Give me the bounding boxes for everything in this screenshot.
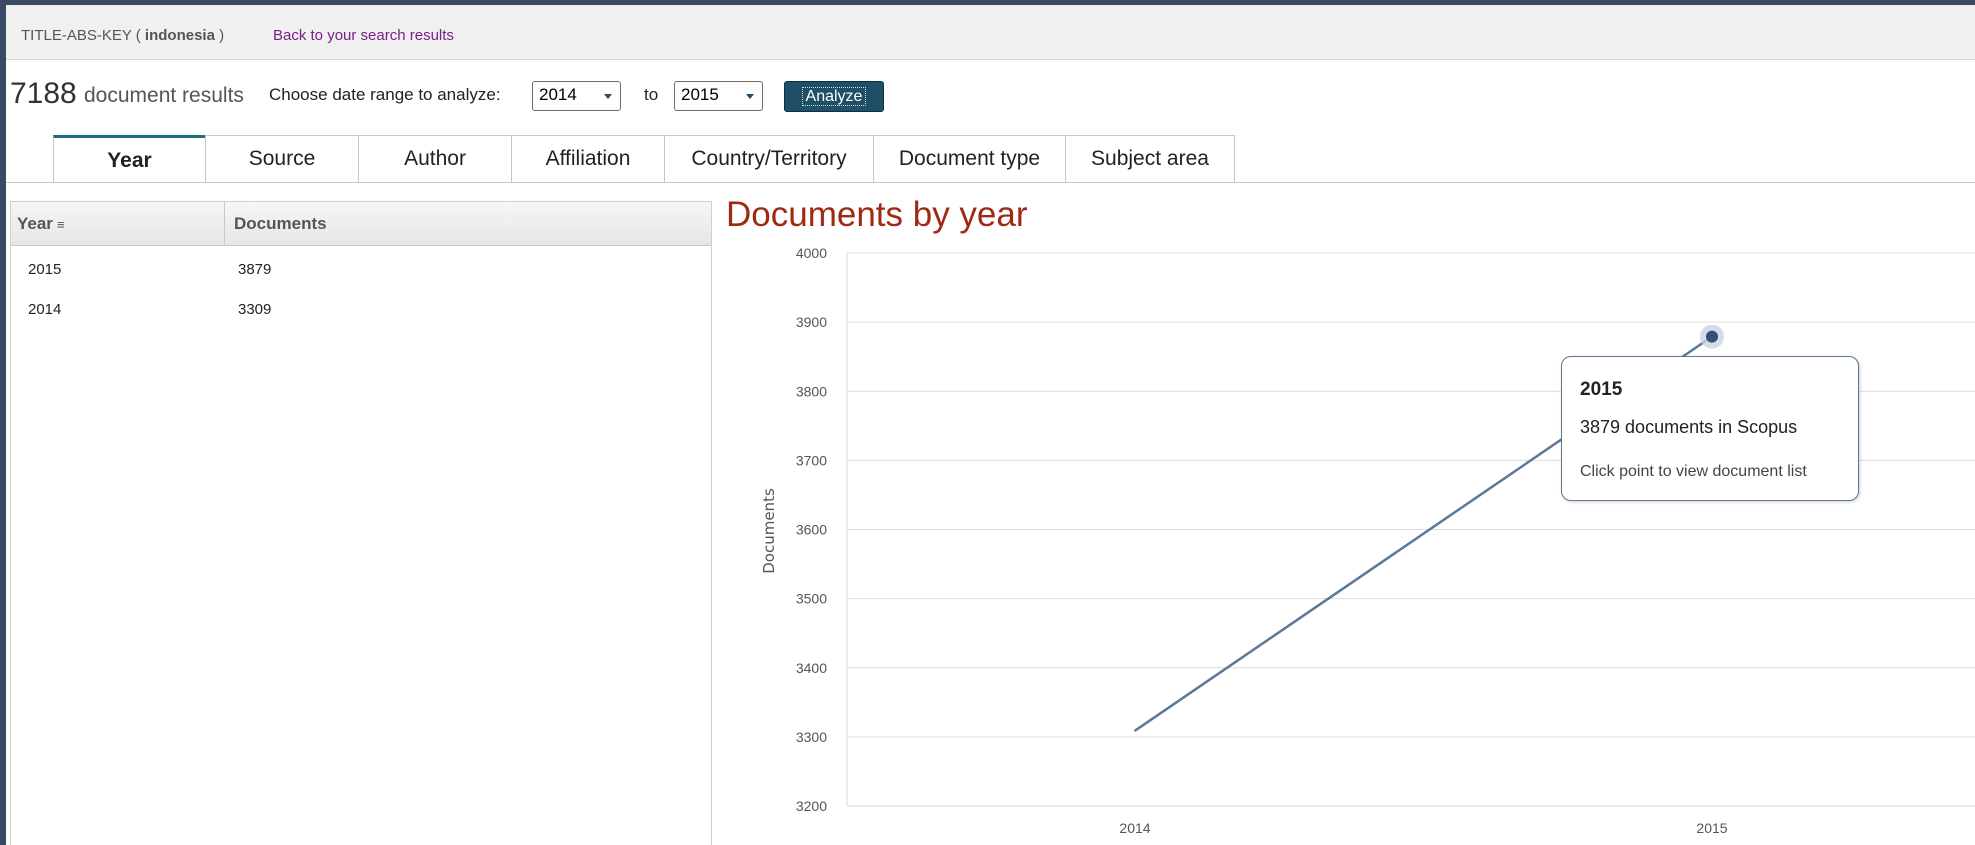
tab-author[interactable]: Author [358,135,512,182]
tab-year[interactable]: Year [53,135,206,183]
y-tick-label: 3800 [796,383,827,399]
chart-tooltip: 2015 3879 documents in Scopus Click poin… [1561,356,1859,501]
sort-icon[interactable]: ≡ [57,217,65,232]
tabs-divider [6,182,1975,183]
search-query: TITLE-ABS-KEY ( indonesia ) [21,27,225,44]
tab-country-territory[interactable]: Country/Territory [664,135,874,182]
y-tick-label: 3200 [796,798,827,814]
row-year: 2014 [28,301,62,318]
x-tick-label: 2015 [1696,820,1727,836]
data-point[interactable] [1134,729,1136,732]
query-bar: TITLE-ABS-KEY ( indonesia ) Back to your… [6,5,1975,60]
start-year-select[interactable]: 2014 [532,81,621,111]
y-tick-label: 3900 [796,314,827,330]
table-row[interactable]: 2015 3879 [11,250,711,288]
end-year-value: 2015 [681,85,719,104]
table-row[interactable]: 2014 3309 [11,290,711,328]
row-documents: 3879 [238,261,272,278]
chevron-down-icon [746,94,754,99]
back-to-results-link[interactable]: Back to your search results [273,27,454,44]
end-year-select[interactable]: 2015 [674,81,763,111]
tooltip-year: 2015 [1580,379,1623,400]
row-documents: 3309 [238,301,272,318]
tab-affiliation[interactable]: Affiliation [511,135,665,182]
result-count: 7188 [10,77,77,110]
app-frame: TITLE-ABS-KEY ( indonesia ) Back to your… [6,5,1975,845]
chevron-down-icon [604,94,612,99]
tooltip-count: 3879 documents in Scopus [1580,417,1798,437]
date-range-label: Choose date range to analyze: [269,85,501,104]
y-tick-label: 4000 [796,245,827,261]
table-header: Year ≡ Documents [11,202,711,246]
to-label: to [644,85,659,104]
column-divider [224,202,225,245]
chart-title: Documents by year [726,195,1028,234]
start-year-value: 2014 [539,85,577,104]
row-year: 2015 [28,261,62,278]
column-header-year[interactable]: Year ≡ [17,214,65,234]
y-tick-label: 3300 [796,729,827,745]
data-point[interactable] [1706,330,1718,343]
tooltip-hint: Click point to view document list [1580,463,1807,480]
x-tick-label: 2014 [1119,820,1150,836]
y-tick-label: 3400 [796,660,827,676]
results-toolbar: 7188 document results Choose date range … [6,72,1975,114]
tab-document-type[interactable]: Document type [873,135,1066,182]
y-axis-label: Documents [760,488,778,574]
result-count-label: document results [84,84,244,107]
documents-by-year-chart: 3200 3300 3400 3500 3600 3700 3800 3900 4000 2014… [760,245,1975,836]
y-tick-label: 3600 [796,522,827,538]
y-tick-label: 3500 [796,591,827,607]
analyze-button[interactable]: Analyze [784,81,884,112]
column-header-documents[interactable]: Documents [234,214,327,234]
year-table: Year ≡ Documents 2015 3879 2014 3309 [10,201,712,845]
tab-subject-area[interactable]: Subject area [1065,135,1235,182]
y-tick-label: 3700 [796,452,827,468]
tab-source[interactable]: Source [205,135,359,182]
